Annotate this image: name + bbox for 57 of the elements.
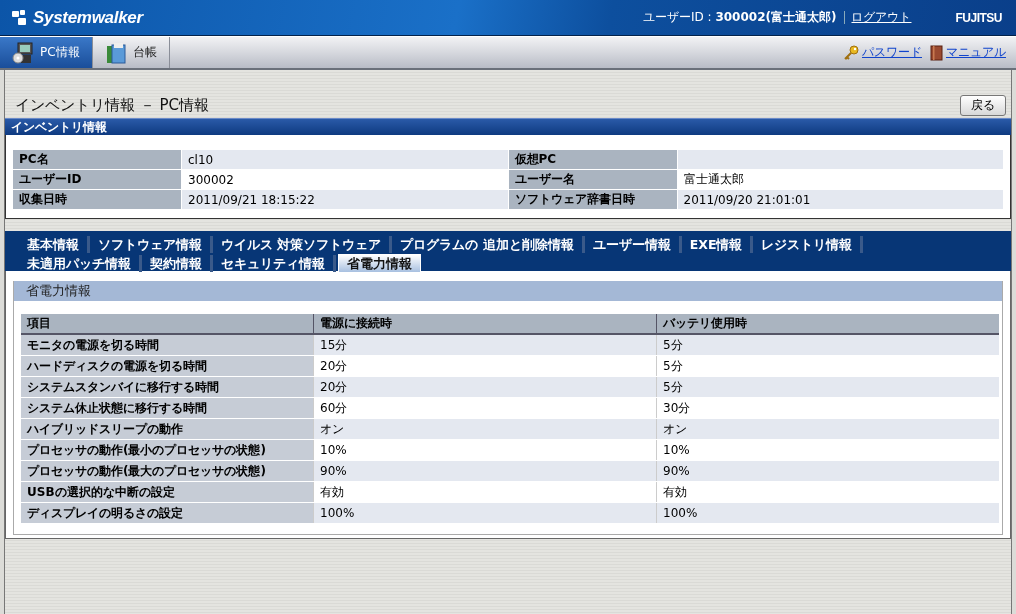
row-label: ハイブリッドスリープの動作: [21, 418, 314, 440]
table-cell: 10%: [656, 439, 999, 461]
section-header: インベントリ情報: [5, 118, 1011, 135]
info-tab[interactable]: 基本情報: [19, 236, 90, 253]
book-icon: [930, 44, 943, 61]
subsection-header: 省電力情報: [14, 281, 1002, 301]
table-cell: 100%: [656, 502, 999, 524]
info-tab[interactable]: ユーザー情報: [584, 236, 682, 253]
table-cell: 5分: [656, 334, 999, 356]
row-label: プロセッサの動作(最大のプロセッサの状態): [21, 460, 314, 482]
table-cell: 90%: [313, 460, 657, 482]
row-label: USBの選択的な中断の設定: [21, 481, 314, 503]
column-header: バッテリ使用時: [656, 314, 999, 334]
table-cell: 有効: [313, 481, 657, 503]
binder-icon: [104, 41, 127, 64]
row-label: システム休止状態に移行する時間: [21, 397, 314, 419]
field-label: 収集日時: [12, 189, 182, 210]
table-cell: 20分: [313, 355, 657, 377]
key-icon: [843, 44, 859, 61]
logout-link[interactable]: ログアウト: [851, 9, 912, 26]
field-value: cl10: [181, 149, 508, 170]
column-header: 電源に接続時: [313, 314, 657, 334]
brand-logo-text: FUJITSU: [955, 10, 1002, 25]
table-cell: 100%: [313, 502, 657, 524]
table-cell: 30分: [656, 397, 999, 419]
app-logo-text: Systemwalker: [33, 7, 143, 28]
row-label: プロセッサの動作(最小のプロセッサの状態): [21, 439, 314, 461]
table-cell: 5分: [656, 376, 999, 398]
nav-tab[interactable]: 台帳: [92, 37, 170, 68]
table-cell: 15分: [313, 334, 657, 356]
table-cell: 90%: [656, 460, 999, 482]
nav-tab[interactable]: PC情報: [0, 37, 93, 68]
computer-disc-icon: [12, 41, 34, 64]
field-label: PC名: [12, 149, 182, 170]
field-label: 仮想PC: [508, 149, 677, 170]
table-cell: 10%: [313, 439, 657, 461]
table-cell: オン: [313, 418, 657, 440]
table-cell: 60分: [313, 397, 657, 419]
row-label: ハードディスクの電源を切る時間: [21, 355, 314, 377]
table-cell: 20分: [313, 376, 657, 398]
column-header: 項目: [21, 314, 314, 334]
row-label: ディスプレイの明るさの設定: [21, 502, 314, 524]
table-cell: 有効: [656, 481, 999, 503]
user-id-text: ユーザーID : 300002(富士通太郎): [642, 9, 837, 26]
field-label: ユーザーID: [12, 169, 182, 190]
back-button[interactable]: 戻る: [960, 94, 1006, 116]
page-title: インベントリ情報 － PC情報: [15, 95, 210, 115]
manual-link[interactable]: マニュアル: [930, 44, 1006, 61]
row-label: システムスタンバイに移行する時間: [21, 376, 314, 398]
row-label: モニタの電源を切る時間: [21, 334, 314, 356]
info-tab[interactable]: EXE情報: [681, 236, 754, 253]
password-link[interactable]: パスワード: [843, 44, 922, 61]
table-cell: オン: [656, 418, 999, 440]
info-tab[interactable]: ソフトウェア情報: [90, 236, 213, 253]
info-tab[interactable]: レジストリ情報: [753, 236, 864, 253]
info-tab[interactable]: 省電力情報: [338, 254, 421, 272]
table-cell: 5分: [656, 355, 999, 377]
